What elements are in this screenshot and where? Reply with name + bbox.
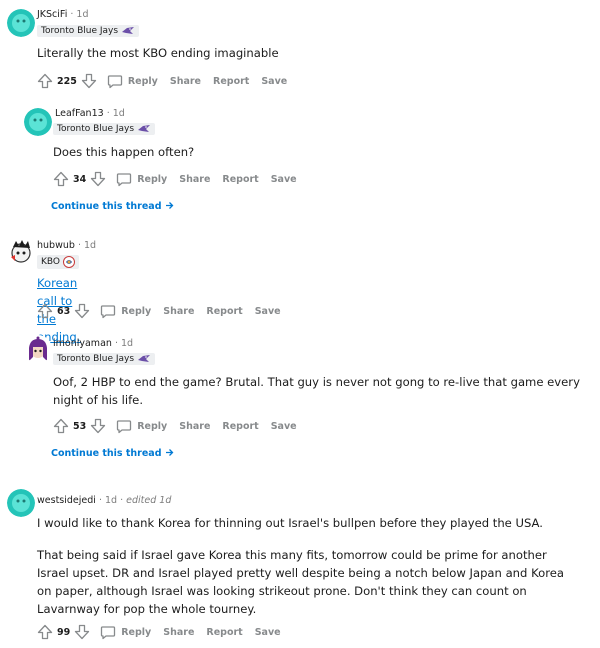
upvote-icon[interactable] <box>37 73 53 89</box>
edited-label: edited 1d <box>126 495 172 506</box>
share-button[interactable]: Share <box>179 174 210 185</box>
comment-username[interactable]: JKSciFi · 1d <box>37 9 89 20</box>
comment-username[interactable]: westsidejedi · 1d · edited 1d <box>37 495 171 506</box>
user-flair: KBO <box>37 255 80 269</box>
downvote-icon[interactable] <box>74 303 90 319</box>
downvote-icon[interactable] <box>90 418 106 434</box>
reply-icon <box>117 419 132 433</box>
reply-icon <box>107 74 122 88</box>
report-button[interactable]: Report <box>222 421 258 432</box>
comment-body: Oof, 2 HBP to end the game? Brutal. That… <box>53 375 580 407</box>
share-button[interactable]: Share <box>170 76 201 87</box>
comment-username[interactable]: LeafFan13 · 1d <box>55 108 125 119</box>
continue-thread-link[interactable]: Continue this thread <box>51 448 174 459</box>
avatar[interactable] <box>7 489 35 517</box>
vote-count: 53 <box>73 420 87 432</box>
comment-actions: 63 Reply Share Report Save <box>37 301 281 321</box>
save-button[interactable]: Save <box>271 421 297 432</box>
comment-age: · 1d <box>70 9 89 20</box>
user-flair: Toronto Blue Jays <box>53 353 156 365</box>
save-button[interactable]: Save <box>255 306 281 317</box>
vote-count: 99 <box>57 626 71 638</box>
reply-icon <box>117 172 132 186</box>
report-button[interactable]: Report <box>222 174 258 185</box>
comment-body: Literally the most KBO ending imaginable <box>37 46 279 60</box>
kbo-flair-icon <box>63 256 76 268</box>
upvote-icon[interactable] <box>53 418 69 434</box>
report-button[interactable]: Report <box>206 306 242 317</box>
comment-body: Does this happen often? <box>53 145 195 159</box>
comment-actions: 99 Reply Share Report Save <box>37 622 281 642</box>
comment-username[interactable]: hubwub · 1d <box>37 240 96 251</box>
upvote-icon[interactable] <box>37 624 53 640</box>
comment-age: · 1d <box>106 108 125 119</box>
user-flair: Toronto Blue Jays <box>53 123 156 135</box>
comment-body: I would like to thank Korea for thinning… <box>37 516 543 530</box>
comment-body-paragraph-2: That being said if Israel gave Korea thi… <box>37 548 564 616</box>
downvote-icon[interactable] <box>81 73 97 89</box>
comment-actions: 53 Reply Share Report Save <box>53 416 297 436</box>
vote-count: 225 <box>57 75 77 87</box>
vote-count: 34 <box>73 173 87 185</box>
reply-button[interactable]: Reply <box>116 419 167 434</box>
save-button[interactable]: Save <box>261 76 287 87</box>
blue-jays-flair-icon <box>122 27 135 34</box>
share-button[interactable]: Share <box>163 627 194 638</box>
reply-button[interactable]: Reply <box>100 304 151 319</box>
comment-username[interactable]: imonlyaman · 1d <box>53 338 133 349</box>
vote-count: 63 <box>57 305 71 317</box>
downvote-icon[interactable] <box>90 171 106 187</box>
avatar[interactable] <box>24 108 52 136</box>
comment-actions: 34 Reply Share Report Save <box>53 169 297 189</box>
upvote-icon[interactable] <box>53 171 69 187</box>
share-button[interactable]: Share <box>163 306 194 317</box>
reply-icon <box>101 304 116 318</box>
save-button[interactable]: Save <box>271 174 297 185</box>
avatar[interactable] <box>24 335 52 363</box>
comment-age: · 1d <box>114 338 134 349</box>
avatar[interactable] <box>7 237 35 265</box>
continue-thread-link[interactable]: Continue this thread <box>51 201 174 212</box>
report-button[interactable]: Report <box>206 627 242 638</box>
comment-age: · 1d <box>77 240 97 251</box>
upvote-icon[interactable] <box>37 303 53 319</box>
reply-icon <box>101 625 116 639</box>
comment-actions: 225 Reply Share Report Save <box>37 71 287 91</box>
avatar[interactable] <box>7 9 35 37</box>
reply-button[interactable]: Reply <box>107 74 158 89</box>
comment-age: · 1d · <box>98 495 124 506</box>
blue-jays-flair-icon <box>138 125 151 132</box>
chevron-right-icon <box>165 202 174 209</box>
share-button[interactable]: Share <box>179 421 210 432</box>
reply-button[interactable]: Reply <box>100 625 151 640</box>
chevron-right-icon <box>165 449 174 456</box>
user-flair: Toronto Blue Jays <box>37 25 140 37</box>
reply-button[interactable]: Reply <box>116 172 167 187</box>
save-button[interactable]: Save <box>255 627 281 638</box>
downvote-icon[interactable] <box>74 624 90 640</box>
report-button[interactable]: Report <box>213 76 249 87</box>
blue-jays-flair-icon <box>138 355 151 362</box>
